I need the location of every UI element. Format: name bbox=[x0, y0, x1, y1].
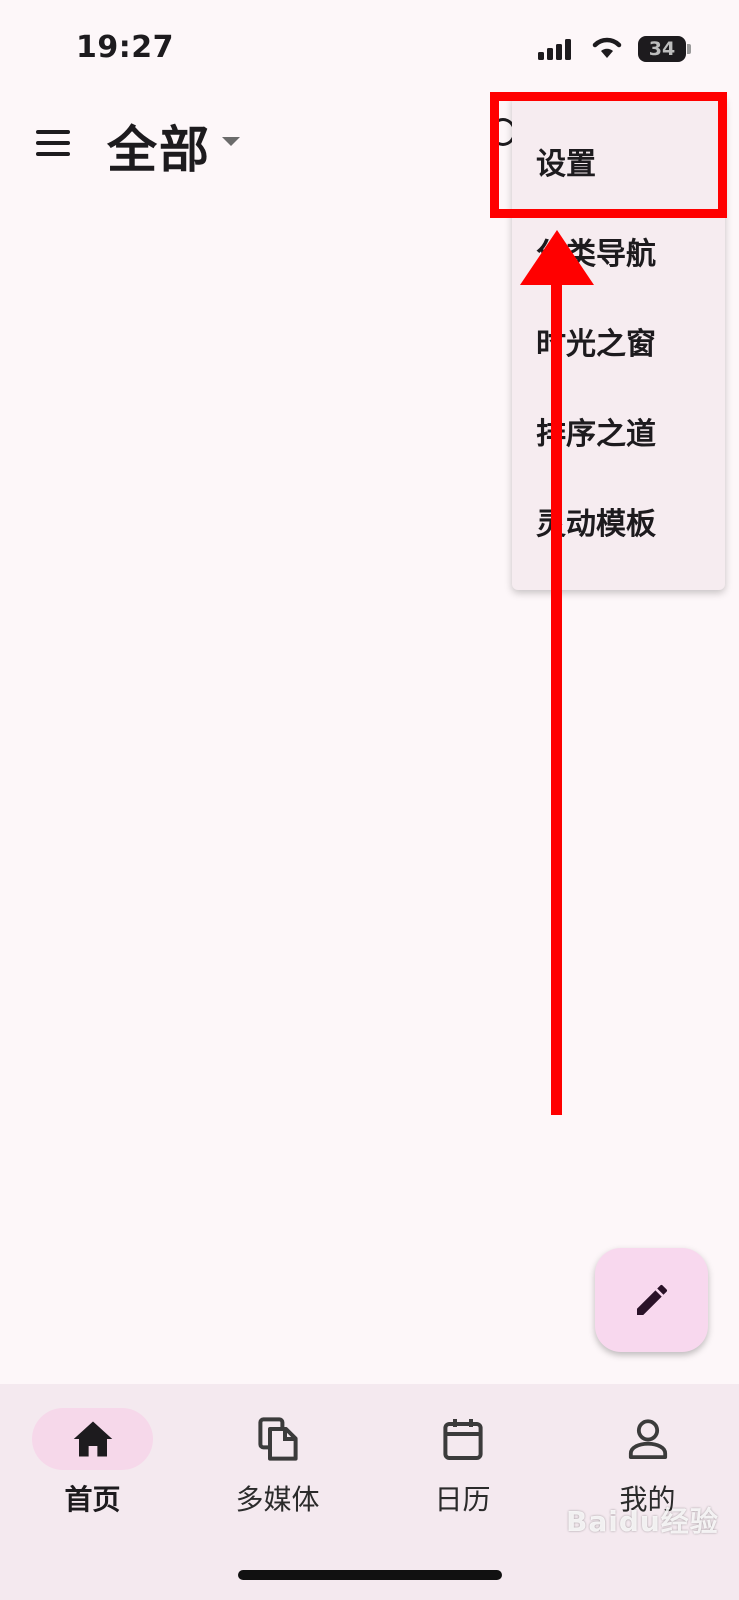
person-icon bbox=[628, 1419, 667, 1460]
nav-icon-slot bbox=[402, 1408, 523, 1470]
pencil-icon bbox=[636, 1284, 667, 1315]
battery-indicator: 34 bbox=[638, 36, 686, 62]
menu-item-time-window[interactable]: 时光之窗 bbox=[536, 315, 716, 375]
home-indicator[interactable] bbox=[238, 1570, 502, 1580]
nav-icon-slot bbox=[587, 1408, 708, 1470]
files-icon bbox=[257, 1417, 298, 1461]
status-time: 19:27 bbox=[76, 30, 174, 65]
battery-tip bbox=[687, 44, 691, 54]
nav-label-home: 首页 bbox=[64, 1483, 121, 1516]
dropdown-arrow-icon[interactable] bbox=[222, 137, 240, 146]
calendar-icon bbox=[442, 1419, 483, 1460]
nav-item-media[interactable]: 多媒体 bbox=[185, 1384, 370, 1524]
highlight-box bbox=[490, 92, 727, 218]
nav-label-media: 多媒体 bbox=[235, 1483, 320, 1516]
nav-indicator bbox=[32, 1408, 153, 1470]
nav-item-home[interactable]: 首页 bbox=[0, 1384, 185, 1524]
annotation-arrow-head bbox=[520, 230, 594, 285]
bottom-nav: 首页 多媒体 日历 我的 bbox=[0, 1384, 739, 1600]
status-bar: 19:27 34 bbox=[0, 0, 739, 95]
menu-icon[interactable] bbox=[30, 120, 76, 166]
home-icon bbox=[73, 1421, 112, 1457]
menu-item-sorting[interactable]: 排序之道 bbox=[536, 405, 716, 465]
nav-item-calendar[interactable]: 日历 bbox=[370, 1384, 555, 1524]
wifi-icon bbox=[592, 37, 622, 58]
watermark: Baidu经验 bbox=[566, 1505, 719, 1538]
annotation-arrow-shaft bbox=[551, 272, 562, 1115]
menu-item-templates[interactable]: 灵动模板 bbox=[536, 495, 716, 555]
signal-icon bbox=[538, 39, 571, 60]
page-title[interactable]: 全部 bbox=[107, 110, 211, 182]
nav-label-calendar: 日历 bbox=[434, 1483, 491, 1516]
nav-icon-slot bbox=[217, 1408, 338, 1470]
compose-button[interactable] bbox=[595, 1248, 708, 1352]
